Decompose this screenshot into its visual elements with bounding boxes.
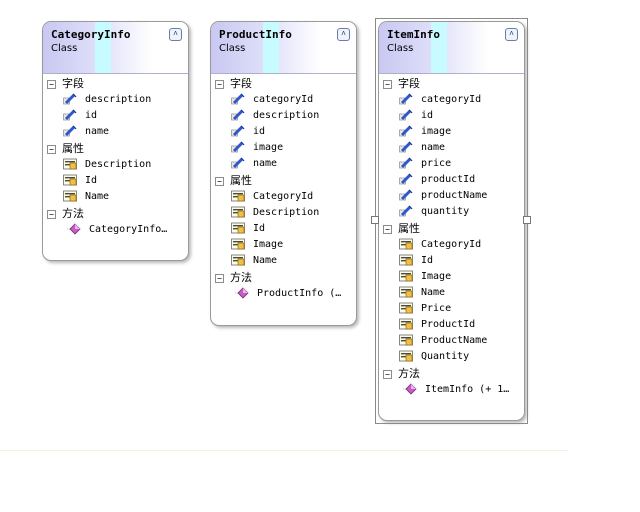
member-name: description <box>253 110 320 121</box>
property-member[interactable]: Id <box>211 221 356 237</box>
field-icon <box>231 93 245 105</box>
section-label: 方法 <box>230 271 252 284</box>
property-icon <box>63 190 77 202</box>
section-collapse-toggle-icon[interactable]: − <box>47 209 56 219</box>
property-icon <box>231 238 245 250</box>
section-header-method[interactable]: − 方法 <box>211 269 356 286</box>
class-compartments: − 字段 categoryId description id image name − 属性 Ca… <box>211 74 356 302</box>
member-name: CategoryInfo… <box>89 224 168 235</box>
class-stereotype: Class <box>51 43 78 54</box>
member-name: Description <box>85 159 152 170</box>
collapse-chevron-icon[interactable]: ˄ <box>337 28 350 41</box>
class-header[interactable]: CategoryInfo Class ˄ <box>43 22 188 74</box>
member-name: Image <box>253 239 284 250</box>
section-label: 属性 <box>62 142 84 155</box>
section-label: 字段 <box>62 77 84 90</box>
property-icon <box>63 174 77 186</box>
member-name: CategoryId <box>253 191 314 202</box>
member-name: Name <box>85 191 110 202</box>
field-member[interactable]: description <box>43 92 188 108</box>
section-collapse-toggle-icon[interactable]: − <box>215 79 224 89</box>
field-member[interactable]: categoryId <box>211 92 356 108</box>
member-name: Id <box>253 223 266 234</box>
member-name: name <box>85 126 110 137</box>
section-label: 方法 <box>62 207 84 220</box>
member-name: Name <box>253 255 278 266</box>
property-icon <box>231 254 245 266</box>
property-member[interactable]: CategoryId <box>211 189 356 205</box>
member-name: id <box>253 126 266 137</box>
member-name: name <box>253 158 278 169</box>
field-icon <box>63 125 77 137</box>
class-header[interactable]: ProductInfo Class ˄ <box>211 22 356 74</box>
section-collapse-toggle-icon[interactable]: − <box>215 273 224 283</box>
divider <box>0 450 568 451</box>
section-header-property[interactable]: − 属性 <box>43 140 188 157</box>
field-icon <box>63 109 77 121</box>
property-member[interactable]: Description <box>211 205 356 221</box>
field-member[interactable]: id <box>43 108 188 124</box>
section-header-field[interactable]: − 字段 <box>211 75 356 92</box>
section-label: 字段 <box>230 77 252 90</box>
section-label: 属性 <box>230 174 252 187</box>
property-member[interactable]: Name <box>211 253 356 269</box>
field-icon <box>231 109 245 121</box>
field-member[interactable]: name <box>43 124 188 140</box>
member-name: Id <box>85 175 98 186</box>
section-collapse-toggle-icon[interactable]: − <box>47 144 56 154</box>
member-name: Description <box>253 207 320 218</box>
member-name: ProductInfo (… <box>257 288 342 299</box>
method-icon <box>235 287 249 299</box>
property-member[interactable]: Name <box>43 189 188 205</box>
member-name: description <box>85 94 152 105</box>
field-icon <box>231 157 245 169</box>
property-icon <box>231 190 245 202</box>
class-name: ProductInfo <box>219 28 292 41</box>
field-icon <box>63 93 77 105</box>
collapse-chevron-icon[interactable]: ˄ <box>169 28 182 41</box>
field-member[interactable]: name <box>211 156 356 172</box>
section-collapse-toggle-icon[interactable]: − <box>47 79 56 89</box>
field-icon <box>231 125 245 137</box>
field-member[interactable]: id <box>211 124 356 140</box>
section-header-property[interactable]: − 属性 <box>211 172 356 189</box>
property-member[interactable]: Id <box>43 173 188 189</box>
property-icon <box>63 158 77 170</box>
class-stereotype: Class <box>219 43 246 54</box>
member-name: categoryId <box>253 94 314 105</box>
method-member[interactable]: CategoryInfo… <box>43 222 188 238</box>
selection-frame <box>375 18 528 424</box>
class-name: CategoryInfo <box>51 28 131 41</box>
class-shape-productinfo[interactable]: ProductInfo Class ˄ − 字段 categoryId descriptio… <box>210 21 357 326</box>
resize-handle-left[interactable] <box>371 216 379 224</box>
field-member[interactable]: image <box>211 140 356 156</box>
section-header-field[interactable]: − 字段 <box>43 75 188 92</box>
field-icon <box>231 141 245 153</box>
member-name: image <box>253 142 284 153</box>
class-shape-categoryinfo[interactable]: CategoryInfo Class ˄ − 字段 description id name − 属… <box>42 21 189 261</box>
property-icon <box>231 206 245 218</box>
member-name: id <box>85 110 98 121</box>
section-header-method[interactable]: − 方法 <box>43 205 188 222</box>
section-collapse-toggle-icon[interactable]: − <box>215 176 224 186</box>
class-compartments: − 字段 description id name − 属性 Description Id Name… <box>43 74 188 238</box>
property-member[interactable]: Description <box>43 157 188 173</box>
resize-handle-right[interactable] <box>523 216 531 224</box>
method-icon <box>67 223 81 235</box>
field-member[interactable]: description <box>211 108 356 124</box>
method-member[interactable]: ProductInfo (… <box>211 286 356 302</box>
property-icon <box>231 222 245 234</box>
property-member[interactable]: Image <box>211 237 356 253</box>
